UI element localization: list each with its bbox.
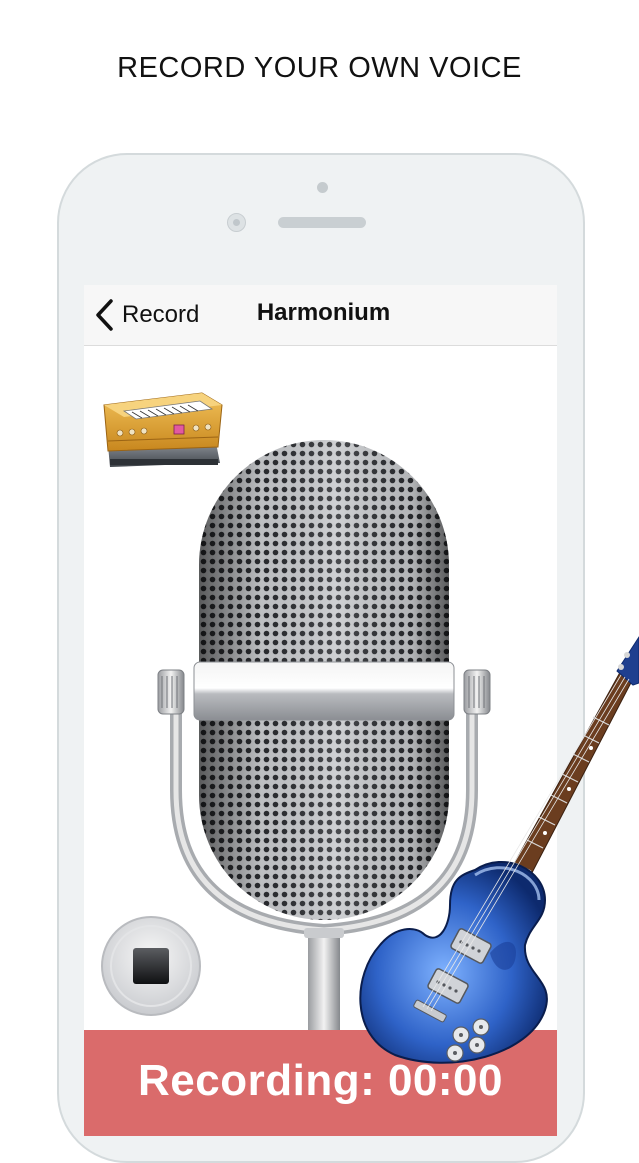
stop-icon bbox=[133, 948, 169, 984]
headline: RECORD YOUR OWN VOICE bbox=[117, 52, 522, 84]
phone-sensor bbox=[317, 182, 328, 193]
page-title: Harmonium bbox=[84, 299, 557, 327]
phone-camera bbox=[227, 213, 246, 232]
page-title-text: Harmonium bbox=[256, 299, 391, 326]
navigation-bar: Record Harmonium bbox=[84, 285, 557, 346]
stop-button[interactable] bbox=[100, 915, 202, 1017]
phone-speaker bbox=[278, 217, 366, 228]
electric-guitar-icon bbox=[359, 636, 639, 1064]
